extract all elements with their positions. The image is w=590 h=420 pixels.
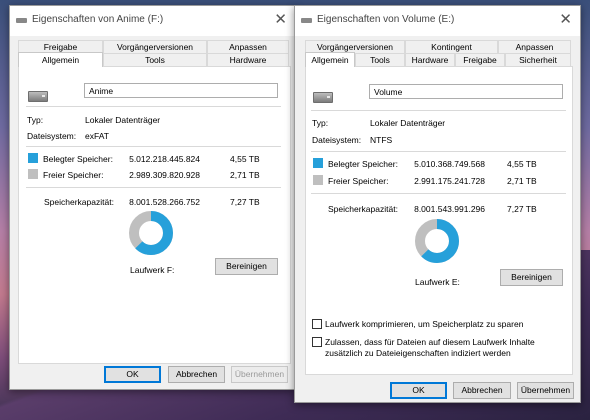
cancel-button[interactable]: Abbrechen — [168, 366, 225, 383]
divider — [26, 106, 281, 107]
compress-label: Laufwerk komprimieren, um Speicherplatz … — [325, 319, 524, 329]
type-value: Lokaler Datenträger — [85, 115, 161, 125]
drive-letter-label: Laufwerk F: — [130, 265, 175, 275]
free-space-swatch — [313, 175, 323, 185]
used-space-bytes: 5.010.368.749.568 — [414, 159, 485, 169]
tab-sicherheit[interactable]: Sicherheit — [505, 53, 571, 66]
window-title: Eigenschaften von Volume (E:) — [317, 14, 455, 25]
filesystem-label: Dateisystem: — [312, 135, 362, 145]
free-space-bytes: 2.991.175.241.728 — [414, 176, 485, 186]
index-label-line2: zusätzlich zu Dateieigenschaften indizie… — [325, 348, 511, 358]
tab-allgemein[interactable]: Allgemein — [305, 52, 355, 67]
capacity-bytes: 8.001.543.991.296 — [414, 204, 485, 214]
capacity-size: 7,27 TB — [507, 204, 537, 214]
drive-icon — [313, 92, 333, 103]
used-space-bytes: 5.012.218.445.824 — [129, 154, 200, 164]
used-space-label: Belegter Speicher: — [43, 154, 113, 164]
divider — [311, 193, 566, 194]
close-icon[interactable]: ✕ — [559, 10, 572, 28]
filesystem-label: Dateisystem: — [27, 131, 77, 141]
compress-checkbox[interactable] — [312, 319, 322, 329]
window-title: Eigenschaften von Anime (F:) — [32, 14, 164, 25]
free-space-label: Freier Speicher: — [328, 176, 389, 186]
used-space-size: 4,55 TB — [230, 154, 260, 164]
usage-donut-chart — [415, 219, 459, 263]
type-label: Typ: — [312, 118, 329, 128]
divider — [311, 151, 566, 152]
tab-allgemein[interactable]: Allgemein — [18, 52, 103, 67]
filesystem-value: NTFS — [370, 135, 393, 145]
capacity-label: Speicherkapazität: — [328, 204, 398, 214]
capacity-bytes: 8.001.528.266.752 — [129, 197, 200, 207]
free-space-label: Freier Speicher: — [43, 170, 104, 180]
tab-anpassen[interactable]: Anpassen — [498, 40, 571, 53]
free-space-swatch — [28, 169, 38, 179]
used-space-swatch — [28, 153, 38, 163]
free-space-size: 2,71 TB — [507, 176, 537, 186]
title-bar[interactable]: Eigenschaften von Volume (E:) ✕ — [295, 6, 580, 36]
free-space-bytes: 2.989.309.820.928 — [129, 170, 200, 180]
properties-dialog-anime: Eigenschaften von Anime (F:) ✕ Freigabe … — [9, 5, 296, 390]
usage-donut-chart — [129, 211, 173, 255]
drive-letter-label: Laufwerk E: — [415, 277, 460, 287]
divider — [26, 187, 281, 188]
drive-icon — [16, 18, 27, 23]
apply-button[interactable]: Übernehmen — [231, 366, 288, 383]
type-label: Typ: — [27, 115, 44, 125]
used-space-size: 4,55 TB — [507, 159, 537, 169]
used-space-label: Belegter Speicher: — [328, 159, 398, 169]
drive-icon — [28, 91, 48, 102]
tab-anpassen[interactable]: Anpassen — [207, 40, 289, 53]
disk-cleanup-button[interactable]: Bereinigen — [215, 258, 278, 275]
title-bar[interactable]: Eigenschaften von Anime (F:) ✕ — [10, 6, 295, 36]
drive-name-field[interactable]: Volume — [369, 84, 563, 99]
tab-tools[interactable]: Tools — [355, 53, 405, 66]
type-value: Lokaler Datenträger — [370, 118, 446, 128]
index-label-line1: Zulassen, dass für Dateien auf diesem La… — [325, 337, 535, 347]
drive-name-field[interactable]: Anime — [84, 83, 278, 98]
close-icon[interactable]: ✕ — [274, 10, 287, 28]
capacity-label: Speicherkapazität: — [44, 197, 114, 207]
cancel-button[interactable]: Abbrechen — [453, 382, 511, 399]
ok-button[interactable]: OK — [390, 382, 447, 399]
free-space-size: 2,71 TB — [230, 170, 260, 180]
tab-tools[interactable]: Tools — [103, 53, 207, 66]
tab-freigabe[interactable]: Freigabe — [455, 53, 505, 66]
tab-hardware[interactable]: Hardware — [405, 53, 455, 66]
filesystem-value: exFAT — [85, 131, 109, 141]
properties-dialog-volume: Eigenschaften von Volume (E:) ✕ Vorgänge… — [294, 5, 581, 403]
disk-cleanup-button[interactable]: Bereinigen — [500, 269, 563, 286]
index-checkbox[interactable] — [312, 337, 322, 347]
drive-icon — [301, 18, 312, 23]
divider — [26, 146, 281, 147]
tab-kontingent[interactable]: Kontingent — [405, 40, 498, 53]
used-space-swatch — [313, 158, 323, 168]
ok-button[interactable]: OK — [104, 366, 161, 383]
tab-vorgaengerversionen[interactable]: Vorgängerversionen — [103, 40, 207, 53]
divider — [311, 110, 566, 111]
tab-hardware[interactable]: Hardware — [207, 53, 289, 66]
capacity-size: 7,27 TB — [230, 197, 260, 207]
apply-button[interactable]: Übernehmen — [517, 382, 574, 399]
